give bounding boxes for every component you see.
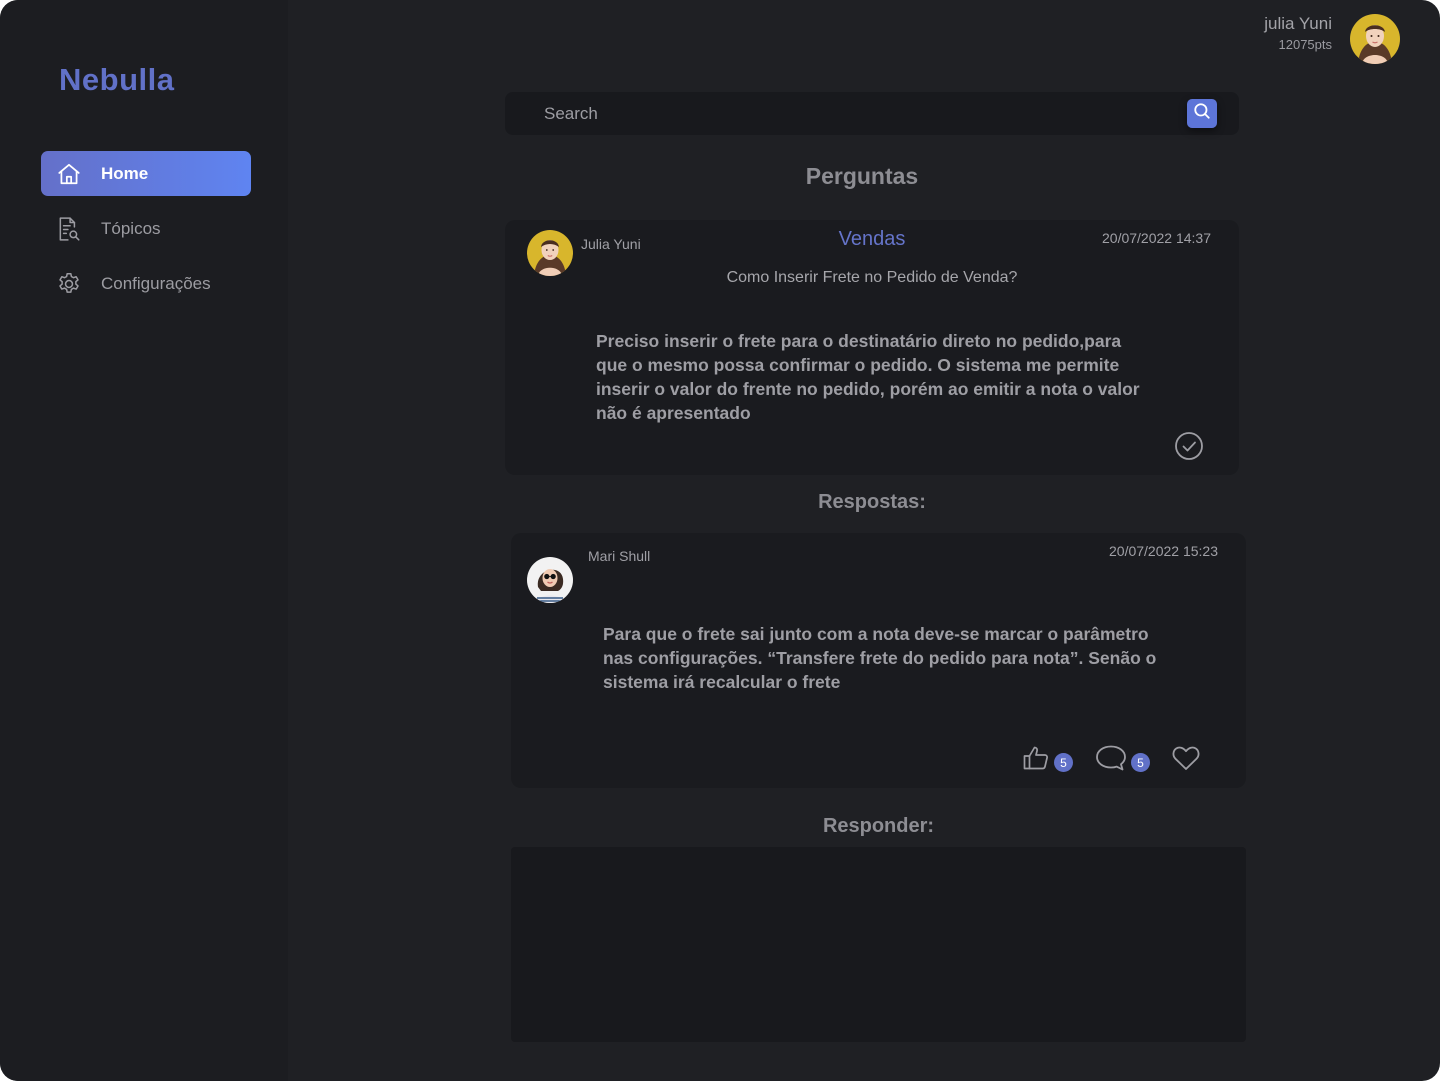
- search-button[interactable]: [1187, 99, 1217, 128]
- like-count-badge: 5: [1054, 753, 1073, 772]
- answer-card: Mari Shull 20/07/2022 15:23 Para que o f…: [511, 533, 1246, 788]
- sidebar-item-label: Tópicos: [101, 218, 161, 238]
- avatar[interactable]: [527, 557, 573, 603]
- answer-body: Para que o frete sai junto com a nota de…: [603, 624, 1157, 692]
- comment-button[interactable]: 5: [1095, 744, 1150, 777]
- reply-heading: Responder:: [822, 815, 935, 837]
- answer-author[interactable]: Mari Shull: [588, 548, 650, 564]
- user-name[interactable]: julia Yuni: [1264, 14, 1332, 34]
- sidebar: Nebulla Home Tópicos Configurações: [0, 0, 288, 1081]
- answer-actions: 5 5: [1022, 744, 1200, 777]
- comment-count-badge: 5: [1131, 753, 1150, 772]
- search-icon: [1193, 102, 1211, 125]
- search-input[interactable]: [505, 92, 1175, 135]
- document-search-icon: [41, 216, 101, 242]
- sidebar-item-home[interactable]: Home: [41, 151, 251, 196]
- question-date: 20/07/2022 14:37: [1102, 230, 1211, 246]
- thumbs-up-icon: [1022, 744, 1050, 777]
- comment-icon: [1095, 744, 1127, 777]
- like-button[interactable]: 5: [1022, 744, 1073, 777]
- favorite-button[interactable]: [1172, 745, 1200, 776]
- mark-solved-button[interactable]: [1174, 431, 1204, 466]
- sidebar-item-topicos[interactable]: Tópicos: [41, 206, 251, 251]
- home-icon: [41, 161, 101, 187]
- app-window: Nebulla Home Tópicos Configurações julia…: [0, 0, 1440, 1081]
- question-title: Como Inserir Frete no Pedido de Venda?: [726, 269, 1018, 286]
- check-circle-icon: [1174, 432, 1204, 465]
- user-points: 12075pts: [1278, 37, 1333, 52]
- question-body: Preciso inserir o frete para o destinatá…: [596, 331, 1140, 423]
- sidebar-item-label: Configurações: [101, 273, 211, 293]
- questions-heading: Perguntas: [805, 163, 919, 189]
- sidebar-item-configuracoes[interactable]: Configurações: [41, 261, 251, 306]
- user-avatar[interactable]: [1350, 14, 1400, 64]
- search-bar: [505, 92, 1239, 135]
- answers-heading: Respostas:: [818, 491, 926, 513]
- brand-logo[interactable]: Nebulla: [59, 62, 174, 98]
- reply-textarea[interactable]: [511, 847, 1246, 1042]
- sidebar-item-label: Home: [101, 163, 149, 183]
- gear-icon: [41, 271, 101, 297]
- answer-date: 20/07/2022 15:23: [1109, 543, 1218, 559]
- question-card: Julia Yuni Vendas 20/07/2022 14:37 Como …: [505, 220, 1239, 475]
- heart-icon: [1172, 745, 1200, 776]
